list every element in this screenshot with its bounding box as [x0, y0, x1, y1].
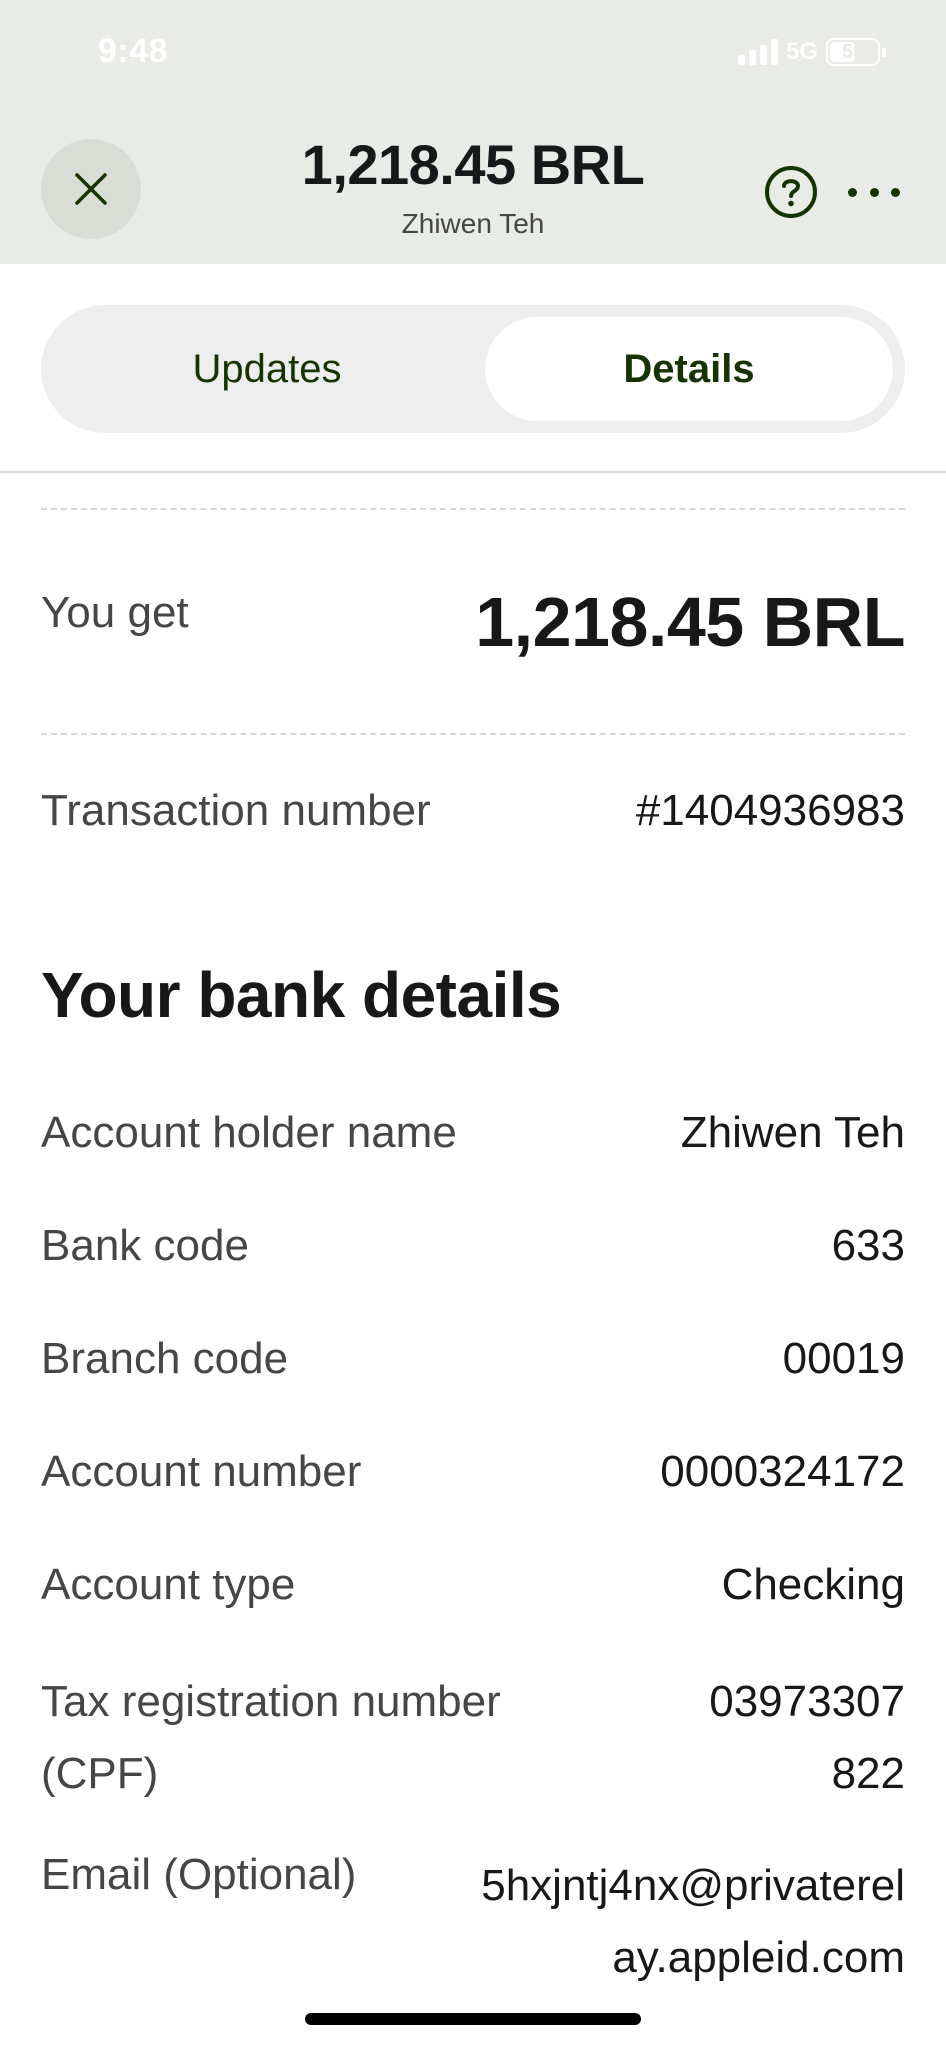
dashed-divider	[41, 733, 905, 735]
status-time: 9:48	[98, 32, 169, 70]
tax-registration-value-line1: 03973307	[709, 1677, 905, 1726]
account-number-label: Account number	[41, 1447, 362, 1496]
home-indicator[interactable]	[305, 2013, 641, 2025]
email-value: 5hxjntj4nx@privaterel ay.appleid.com	[481, 1850, 905, 1994]
status-indicators: 5G 55	[737, 38, 886, 66]
network-label: 5G	[785, 38, 818, 65]
tax-registration-label-line2: (CPF)	[41, 1749, 159, 1798]
help-icon	[765, 166, 817, 218]
email-value-line2: ay.appleid.com	[612, 1933, 905, 1982]
account-holder-value: Zhiwen Teh	[680, 1108, 905, 1157]
signal-icon	[737, 39, 778, 65]
branch-code-value: 00019	[782, 1334, 905, 1383]
you-get-label: You get	[41, 588, 189, 637]
bank-code-label: Bank code	[41, 1221, 249, 1270]
account-type-value: Checking	[721, 1560, 905, 1609]
account-holder-label: Account holder name	[41, 1108, 457, 1157]
bank-details-title: Your bank details	[41, 959, 562, 1031]
tax-registration-value: 03973307 822	[709, 1666, 905, 1810]
more-options-button[interactable]	[848, 172, 900, 212]
email-label: Email (Optional)	[41, 1850, 357, 1899]
battery-level: 55	[841, 40, 865, 63]
tax-registration-label: Tax registration number (CPF)	[41, 1666, 501, 1810]
bank-code-value: 633	[831, 1221, 905, 1270]
transaction-number-label: Transaction number	[41, 786, 431, 835]
transaction-number-value: #1404936983	[635, 786, 905, 835]
battery-icon: 55	[826, 38, 886, 66]
tab-switcher: Updates Details	[41, 305, 905, 433]
header-bar: 9:48 5G 55 1,218.45 BRL Zhiwen Teh	[0, 0, 946, 264]
account-type-label: Account type	[41, 1560, 296, 1609]
more-dot-icon	[869, 187, 879, 197]
tab-divider	[0, 471, 946, 473]
tab-details[interactable]: Details	[485, 317, 893, 421]
branch-code-label: Branch code	[41, 1334, 289, 1383]
more-dot-icon	[848, 187, 857, 197]
email-value-line1: 5hxjntj4nx@privaterel	[481, 1861, 905, 1910]
more-dot-icon	[891, 187, 900, 197]
dashed-divider	[41, 508, 905, 510]
tax-registration-label-line1: Tax registration number	[41, 1677, 501, 1726]
you-get-value: 1,218.45 BRL	[475, 583, 905, 661]
account-number-value: 0000324172	[660, 1447, 905, 1496]
help-button[interactable]	[763, 164, 819, 220]
tab-updates[interactable]: Updates	[53, 317, 481, 421]
tax-registration-value-line2: 822	[831, 1749, 905, 1798]
